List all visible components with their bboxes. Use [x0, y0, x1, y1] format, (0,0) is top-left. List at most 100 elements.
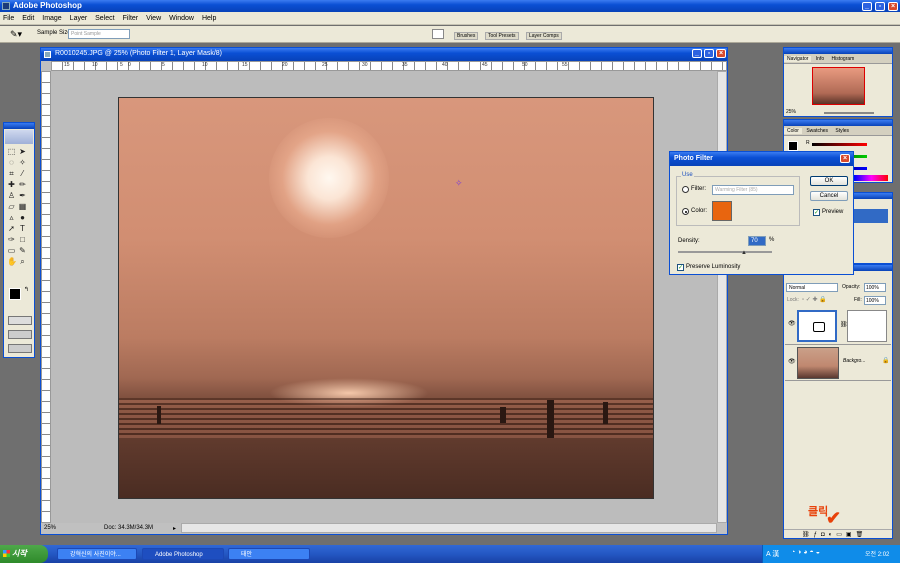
menu-edit[interactable]: Edit — [19, 12, 37, 25]
brush-tool-icon[interactable]: ✏ — [18, 180, 27, 189]
h-scrollbar[interactable] — [181, 523, 717, 533]
blur-tool-icon[interactable]: ▵ — [7, 213, 16, 222]
background-layer-name[interactable]: Backgro... — [843, 358, 866, 364]
menu-image[interactable]: Image — [39, 12, 64, 25]
shape-tool-icon[interactable]: □ — [18, 235, 27, 244]
magic-wand-tool-icon[interactable]: ✧ — [18, 158, 27, 167]
preview-checkbox[interactable]: ✓ — [813, 209, 820, 216]
close-button[interactable]: × — [888, 2, 898, 11]
zoom-tool-icon[interactable]: ⌕ — [18, 257, 27, 266]
tab-navigator[interactable]: Navigator — [784, 56, 812, 62]
palette-well-tool-presets-tab[interactable]: Tool Presets — [485, 32, 519, 40]
filter-color-swatch[interactable] — [712, 201, 732, 221]
tray-icons[interactable]: ◔ ◑ ◕ ◓ ◒ — [791, 549, 820, 556]
clone-stamp-tool-icon[interactable]: ♙ — [7, 191, 16, 200]
navigator-thumbnail[interactable] — [812, 67, 865, 105]
eye-visibility-icon[interactable]: 👁 — [788, 358, 796, 365]
lock-icons[interactable]: ▫ ✓ ✚ 🔒 — [802, 296, 827, 303]
v-scrollbar[interactable] — [717, 71, 727, 523]
document-title-bar[interactable]: R0010245.JPG @ 25% (Photo Filter 1, Laye… — [41, 48, 727, 61]
color-fg-swatch[interactable] — [788, 141, 798, 151]
menu-view[interactable]: View — [143, 12, 164, 25]
quick-mask-mode-buttons[interactable] — [8, 316, 32, 325]
doc-close-button[interactable]: × — [716, 49, 726, 58]
move-tool-icon[interactable]: ➤ — [18, 147, 27, 156]
eraser-tool-icon[interactable]: ▱ — [7, 202, 16, 211]
taskbar-item-photoshop[interactable]: Adobe Photoshop — [142, 548, 224, 560]
taskbar-item-folder[interactable]: 태안 — [228, 548, 310, 560]
marquee-tool-icon[interactable]: ⬚ — [7, 147, 16, 156]
tab-styles[interactable]: Styles — [832, 128, 852, 134]
palette-well-brushes-tab[interactable]: Brushes — [454, 32, 479, 40]
start-button[interactable]: 시작 — [0, 545, 48, 563]
notes-tool-icon[interactable]: ▭ — [7, 246, 16, 255]
tab-histogram[interactable]: Histogram — [829, 56, 858, 62]
foreground-color-swatch[interactable] — [9, 288, 21, 300]
menu-layer[interactable]: Layer — [67, 12, 91, 25]
new-group-icon[interactable]: ▭ — [836, 532, 846, 538]
density-slider-track[interactable] — [678, 251, 772, 253]
path-selection-tool-icon[interactable]: ➚ — [7, 224, 16, 233]
opacity-field[interactable]: 100% — [864, 283, 886, 292]
density-field[interactable]: 70 — [748, 236, 766, 246]
tray-ime-icon[interactable]: A 漢 — [766, 549, 779, 559]
healing-brush-tool-icon[interactable]: ✚ — [7, 180, 16, 189]
photo-canvas[interactable] — [118, 97, 654, 499]
menu-file[interactable]: File — [0, 12, 17, 25]
restore-button[interactable]: ▫ — [875, 2, 885, 11]
dialog-close-button[interactable]: × — [840, 154, 850, 163]
eyedropper-tool-icon[interactable]: ✎ — [18, 246, 27, 255]
navigator-zoom-slider[interactable] — [824, 112, 874, 114]
doc-maximize-button[interactable]: ▫ — [704, 49, 714, 58]
jump-to-imageready-button[interactable] — [8, 344, 32, 353]
cancel-button[interactable]: Cancel — [810, 191, 848, 201]
add-mask-icon[interactable]: ◘ — [821, 532, 829, 538]
palette-well-layer-comps-tab[interactable]: Layer Comps — [526, 32, 562, 40]
menu-filter[interactable]: Filter — [120, 12, 142, 25]
layer-row-photo-filter[interactable]: 👁 ⛓ — [785, 307, 891, 345]
swap-colors-icon[interactable]: ↰ — [24, 286, 29, 293]
layer-mask-thumbnail[interactable] — [847, 310, 887, 342]
navigator-zoom[interactable]: 25% — [786, 109, 796, 115]
zoom-level-field[interactable]: 25% — [44, 525, 56, 531]
crop-tool-icon[interactable]: ⌗ — [7, 169, 16, 178]
dialog-title-bar[interactable]: Photo Filter × — [670, 152, 853, 166]
eyedropper-tool-preset-icon[interactable]: ✎▾ — [10, 29, 22, 40]
dodge-tool-icon[interactable]: ● — [18, 213, 27, 222]
slice-tool-icon[interactable]: ⁄ — [18, 169, 27, 178]
minimize-button[interactable]: _ — [862, 2, 872, 11]
preserve-luminosity-checkbox[interactable]: ✓ — [677, 264, 684, 271]
lasso-tool-icon[interactable]: ◌ — [7, 158, 16, 167]
layer-row-background[interactable]: 👁 Backgro... 🔒 — [785, 345, 891, 381]
taskbar-item-browser[interactable]: 강혁신의 사진이야... — [57, 548, 137, 560]
doc-minimize-button[interactable]: _ — [692, 49, 702, 58]
new-layer-icon[interactable]: ▣ — [846, 532, 856, 538]
delete-layer-icon[interactable]: 🗑 — [856, 532, 868, 538]
screen-mode-buttons[interactable] — [8, 330, 32, 339]
ok-button[interactable]: OK — [810, 176, 848, 186]
toolbox-title-bar[interactable] — [4, 123, 34, 129]
menu-window[interactable]: Window — [166, 12, 197, 25]
density-slider-thumb[interactable]: ▲ — [741, 250, 747, 256]
pen-tool-icon[interactable]: ✑ — [7, 235, 16, 244]
eye-visibility-icon[interactable]: 👁 — [788, 320, 796, 327]
menu-select[interactable]: Select — [92, 12, 117, 25]
color-slider-r[interactable] — [812, 143, 867, 146]
history-brush-tool-icon[interactable]: ✒ — [18, 191, 27, 200]
gradient-tool-icon[interactable]: ▦ — [18, 202, 27, 211]
filter-select[interactable]: Warming Filter (85) — [712, 185, 794, 195]
color-sampler-marker[interactable]: ✧ — [455, 178, 463, 189]
blend-mode-select[interactable]: Normal — [786, 283, 838, 292]
color-radio[interactable] — [682, 208, 689, 215]
link-layers-icon[interactable]: ⛓ — [802, 532, 814, 538]
hand-tool-icon[interactable]: ✋ — [7, 257, 17, 266]
menu-help[interactable]: Help — [199, 12, 219, 25]
palette-well-toggle-icon[interactable] — [432, 29, 444, 39]
fill-field[interactable]: 100% — [864, 296, 886, 305]
tab-color[interactable]: Color — [784, 128, 802, 134]
filter-radio[interactable] — [682, 186, 689, 193]
status-menu-arrow-icon[interactable]: ▸ — [173, 525, 176, 532]
sample-size-select[interactable]: Point Sample — [68, 29, 130, 39]
layer-style-icon[interactable]: ƒ — [814, 532, 821, 538]
tab-info[interactable]: Info — [813, 56, 827, 62]
